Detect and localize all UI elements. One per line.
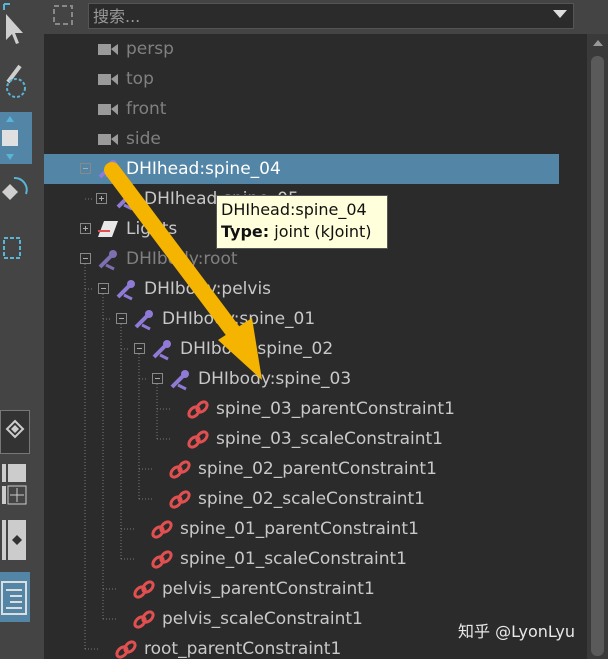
- constraint-icon: [132, 579, 156, 605]
- joint-icon: [132, 309, 156, 335]
- outliner-row-label: spine_01_scaleConstraint1: [180, 549, 407, 569]
- lights-icon: [96, 219, 120, 243]
- outliner-row-label: pelvis_scaleConstraint1: [162, 609, 363, 629]
- joint-icon: [168, 369, 192, 395]
- constraint-icon: [150, 519, 174, 545]
- outliner-row[interactable]: spine_03_scaleConstraint1: [44, 424, 559, 454]
- outliner-row-label: spine_03_scaleConstraint1: [216, 429, 443, 449]
- outliner-row-label: front: [126, 99, 167, 119]
- joint-icon: [114, 189, 138, 215]
- outliner-panel: 搜索... persp top front side DHIhead:spine_04: [44, 0, 608, 659]
- camera-icon: [96, 69, 120, 93]
- outliner-row-label: DHIbody:pelvis: [144, 279, 272, 299]
- outliner-row-label: DHIbody:spine_01: [162, 309, 316, 329]
- outliner-row-label: DHIbody:spine_02: [180, 339, 334, 359]
- outliner-row-label: spine_02_parentConstraint1: [198, 459, 437, 479]
- collapse-icon[interactable]: [134, 343, 145, 354]
- outliner-row-label: DHIbody:root: [126, 249, 238, 269]
- scale-tool-icon[interactable]: [0, 228, 32, 268]
- rotate-tool-icon[interactable]: [0, 172, 32, 212]
- outliner-row-label: DHIhead:spine_04: [126, 159, 281, 179]
- outliner-row-label: Lights: [126, 219, 178, 239]
- collapse-icon[interactable]: [116, 313, 127, 324]
- scroll-up-icon[interactable]: [593, 40, 603, 46]
- constraint-icon: [114, 639, 138, 659]
- joint-icon: [96, 249, 120, 275]
- outliner-row[interactable]: persp: [44, 34, 559, 64]
- outliner-row[interactable]: pelvis_parentConstraint1: [44, 574, 559, 604]
- move-tool-icon[interactable]: [0, 112, 32, 164]
- outliner-row-label: spine_02_scaleConstraint1: [198, 489, 425, 509]
- select-tool-icon[interactable]: [0, 0, 32, 44]
- outliner-row[interactable]: spine_01_parentConstraint1: [44, 514, 559, 544]
- collapse-icon[interactable]: [80, 163, 91, 174]
- outliner-scrollbar[interactable]: [587, 34, 608, 659]
- camera-icon: [96, 39, 120, 63]
- outliner-layout-icon[interactable]: [0, 572, 30, 622]
- constraint-icon: [186, 429, 210, 455]
- outliner-row-label: spine_03_parentConstraint1: [216, 399, 455, 419]
- scroll-thumb[interactable]: [591, 56, 604, 656]
- tooltip-type-value: joint (kJoint): [274, 222, 372, 241]
- lasso-tool-icon[interactable]: [0, 58, 32, 98]
- constraint-icon: [168, 459, 192, 485]
- tooltip-type: Type: joint (kJoint): [221, 221, 383, 243]
- outliner-row[interactable]: spine_02_parentConstraint1: [44, 454, 559, 484]
- outliner-row-label: persp: [126, 39, 174, 59]
- outliner-row-label: root_parentConstraint1: [144, 639, 342, 659]
- joint-icon: [96, 159, 120, 185]
- outliner-row-label: spine_01_parentConstraint1: [180, 519, 419, 539]
- constraint-icon: [150, 549, 174, 575]
- layout-grid-icon[interactable]: [0, 410, 30, 454]
- constraint-icon: [186, 399, 210, 425]
- layout-single-icon[interactable]: [0, 518, 28, 562]
- camera-icon: [96, 129, 120, 153]
- camera-icon: [96, 99, 120, 123]
- outliner-row[interactable]: spine_03_parentConstraint1: [44, 394, 559, 424]
- constraint-icon: [168, 489, 192, 515]
- outliner-row-label: top: [126, 69, 154, 89]
- outliner-row-label: pelvis_parentConstraint1: [162, 579, 375, 599]
- tooltip-name: DHIhead:spine_04: [221, 200, 367, 219]
- node-tooltip: DHIhead:spine_04 Type: joint (kJoint): [216, 195, 388, 249]
- expand-icon[interactable]: [80, 223, 91, 234]
- outliner-row[interactable]: DHIhead:spine_04: [44, 154, 559, 184]
- outliner-row-label: side: [126, 129, 161, 149]
- joint-icon: [150, 339, 174, 365]
- outliner-row[interactable]: DHIbody:pelvis: [44, 274, 559, 304]
- collapse-icon[interactable]: [80, 253, 91, 264]
- outliner-row-label: DHIbody:spine_03: [198, 369, 352, 389]
- outliner-row[interactable]: spine_02_scaleConstraint1: [44, 484, 559, 514]
- outliner-row[interactable]: DHIbody:spine_01: [44, 304, 559, 334]
- expand-icon[interactable]: [96, 193, 107, 204]
- outliner-row[interactable]: DHIbody:spine_03: [44, 364, 559, 394]
- layout-split-icon[interactable]: [0, 462, 28, 506]
- constraint-icon: [132, 609, 156, 635]
- collapse-icon[interactable]: [98, 283, 109, 294]
- outliner-row[interactable]: spine_01_scaleConstraint1: [44, 544, 559, 574]
- tooltip-type-label: Type:: [221, 222, 270, 241]
- outliner-row[interactable]: front: [44, 94, 559, 124]
- joint-icon: [114, 279, 138, 305]
- watermark: 知乎 @LyonLyu: [458, 622, 575, 641]
- collapse-icon[interactable]: [152, 373, 163, 384]
- tool-strip: [0, 0, 40, 659]
- outliner-row[interactable]: DHIbody:spine_02: [44, 334, 559, 364]
- outliner-row[interactable]: side: [44, 124, 559, 154]
- outliner-row[interactable]: top: [44, 64, 559, 94]
